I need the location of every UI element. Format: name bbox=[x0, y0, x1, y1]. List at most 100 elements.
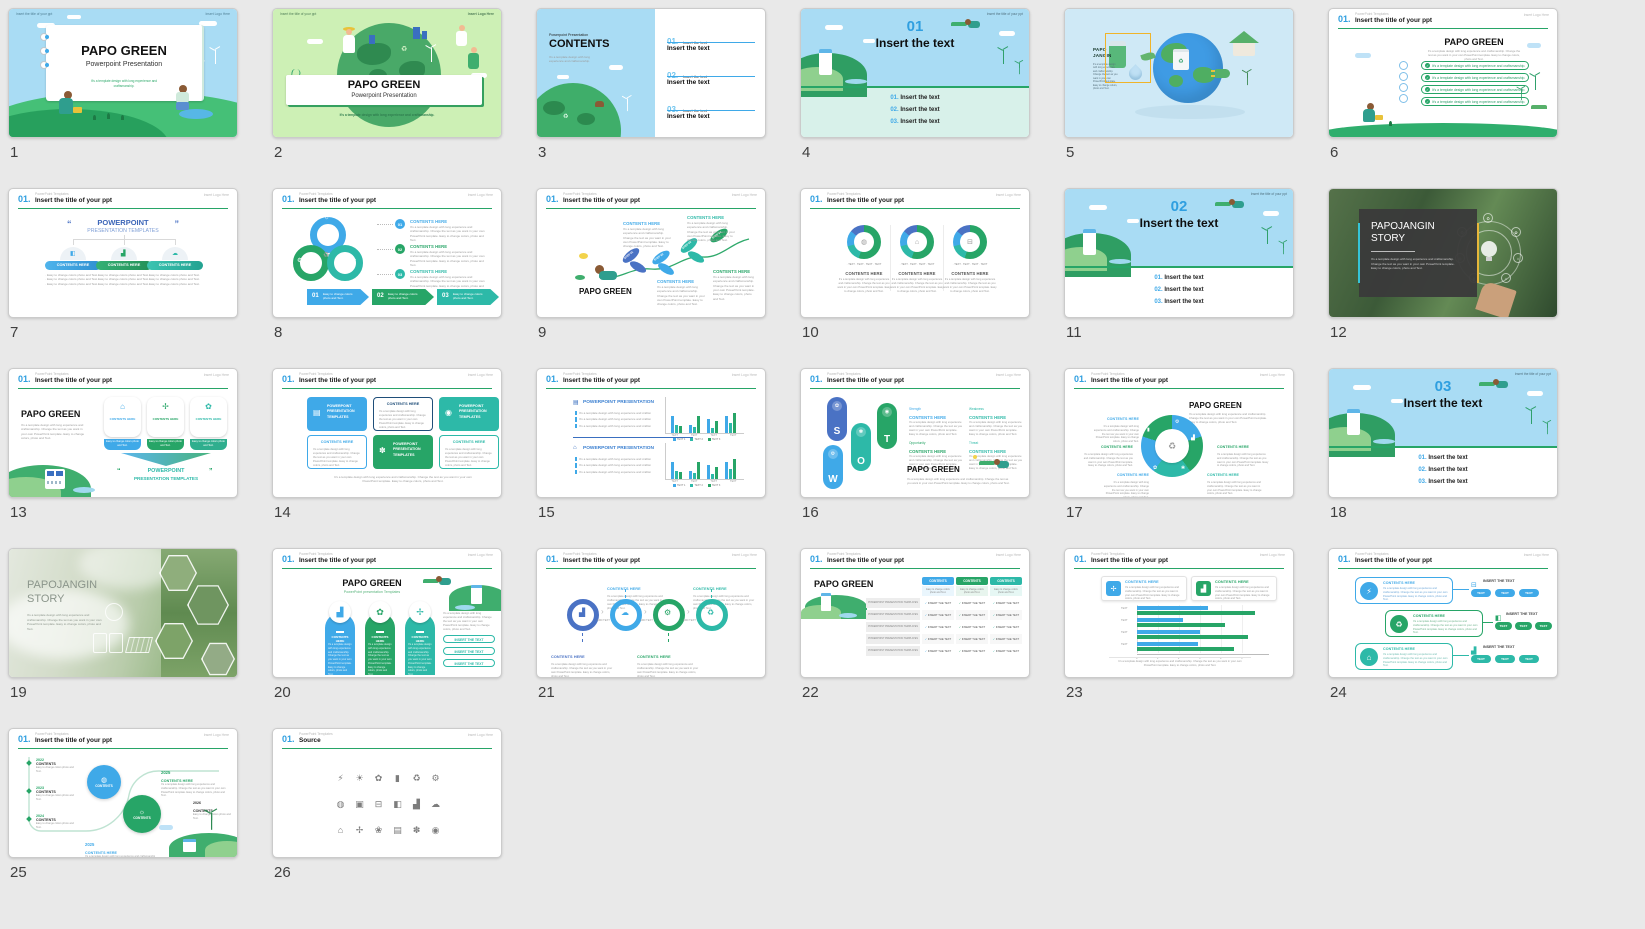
leaf-swirl bbox=[979, 461, 995, 465]
insert-pill[interactable]: INSERT THE TEXT bbox=[443, 635, 495, 643]
header-number: 01. bbox=[810, 374, 823, 384]
slide-thumbnail-17[interactable]: PAPO GREEN It's a template design with l… bbox=[1064, 368, 1294, 498]
slide-number: 22 bbox=[802, 684, 819, 701]
divider-line bbox=[1329, 446, 1557, 448]
slide-number: 26 bbox=[274, 864, 291, 881]
text-pill[interactable]: TEXT bbox=[1495, 655, 1515, 663]
house-icon: ⌂ bbox=[907, 232, 927, 252]
header-number: 01. bbox=[282, 194, 295, 204]
table-cell: ✓ INSERT THE TEXT bbox=[922, 634, 954, 644]
header-number: 01. bbox=[546, 374, 559, 384]
pond bbox=[73, 487, 95, 493]
slide-thumbnail-10[interactable]: ◍ ⌂ ⊟ · TEXT · TEXT · TEXT · TEXT · TEXT… bbox=[800, 188, 1030, 318]
swot-pill-w: ⚙ W bbox=[823, 445, 843, 489]
text-pill[interactable]: TEXT bbox=[1519, 655, 1539, 663]
text-pill[interactable]: TEXT bbox=[1515, 622, 1532, 630]
header-underline bbox=[546, 208, 756, 210]
slide-thumbnail-26[interactable]: PowerPoint Templates Insert Logo Here 01… bbox=[272, 728, 502, 858]
building bbox=[422, 31, 427, 39]
text-pill[interactable]: TEXT bbox=[1535, 622, 1552, 630]
header-title: Insert the title of your ppt bbox=[1250, 192, 1287, 196]
slide-thumbnail-24[interactable]: ⚡ CONTENTS HERE It's a template design w… bbox=[1328, 548, 1558, 678]
solar-panel-icon-white bbox=[125, 637, 153, 653]
wind-turbine-icon bbox=[1014, 59, 1024, 75]
timeline-circle-green: ☼ CONTENTS bbox=[123, 795, 161, 833]
slide-thumbnail-18[interactable]: Insert the title of your ppt 03 Insert t… bbox=[1328, 368, 1558, 498]
slide-number: 18 bbox=[1330, 504, 1347, 521]
insert-pill[interactable]: INSERT THE TEXT bbox=[443, 659, 495, 667]
logo-placeholder: Insert Logo Here bbox=[467, 193, 493, 197]
slide-thumbnail-20[interactable]: PAPO GREEN PowerPoint presentation Templ… bbox=[272, 548, 502, 678]
earth-landmass bbox=[543, 101, 565, 115]
header-small-label: PowerPoint Templates bbox=[563, 192, 597, 196]
slide-thumbnail-13[interactable]: PAPO GREEN It's a template design with l… bbox=[8, 368, 238, 498]
slide-cell: PAPO GREEN PowerPoint presentation Templ… bbox=[272, 548, 502, 728]
list-item: 01. Insert the text bbox=[1154, 275, 1204, 281]
slide-thumbnail-14[interactable]: ▤ POWERPOINT PRESENTATION TEMPLATES CONT… bbox=[272, 368, 502, 498]
header-small-label: PowerPoint Templates bbox=[299, 372, 333, 376]
slide-thumbnail-2[interactable]: Insert the title of your ppt Insert Logo… bbox=[272, 8, 502, 138]
logo-placeholder: Insert Logo Here bbox=[203, 733, 229, 737]
outlined-card: CONTENTS HERE It's a template design wit… bbox=[439, 435, 499, 469]
spiral-dot bbox=[45, 63, 49, 67]
bar bbox=[689, 424, 692, 433]
cover-tagline: It's a template design with long experie… bbox=[339, 113, 435, 117]
slide-thumbnail-23[interactable]: ✢ CONTENTS HERE It's a template design w… bbox=[1064, 548, 1294, 678]
text-pill[interactable]: TEXT bbox=[1495, 589, 1515, 597]
header-underline bbox=[1338, 568, 1548, 570]
header-number: 01. bbox=[810, 554, 823, 564]
check-icon: ✓ bbox=[1425, 87, 1430, 92]
slide-cell: ✿ S ⚙ W ✽ O ◉ T Strength CONTENTS HERE I… bbox=[800, 368, 1030, 548]
dotted-line bbox=[377, 274, 393, 275]
boy-body bbox=[59, 98, 73, 114]
wind-turbine-icon bbox=[1516, 85, 1526, 101]
header-small-label: PowerPoint Templates bbox=[827, 372, 861, 376]
header-small-label: PowerPoint Templates bbox=[35, 192, 69, 196]
list-item: 03. Insert the text bbox=[890, 119, 940, 125]
flying-girl-head bbox=[436, 576, 442, 582]
slide-thumbnail-6[interactable]: PAPO GREEN It's a template design with l… bbox=[1328, 8, 1558, 138]
header-title: Insert the title of your ppt bbox=[563, 197, 641, 204]
insert-pill[interactable]: INSERT THE TEXT bbox=[443, 647, 495, 655]
bullet-item: Easy to change colors photo and Text. bbox=[96, 282, 152, 286]
slide-thumbnail-15[interactable]: ▤ POWERPOINT PRESENTATION It's a templat… bbox=[536, 368, 766, 498]
text-pill[interactable]: TEXT bbox=[1495, 622, 1512, 630]
story-text: It's a template design with long experie… bbox=[27, 613, 102, 631]
trash-bin-icon: ▣ bbox=[355, 798, 364, 809]
text-pill[interactable]: TEXT bbox=[1519, 589, 1539, 597]
slide-thumbnail-11[interactable]: Insert the title of your ppt 02 Insert t… bbox=[1064, 188, 1294, 318]
header-title: Insert the title of your ppt bbox=[35, 377, 113, 384]
slide-thumbnail-8[interactable]: ☼ ⚙ ✿ ♻ 01 CONTENTS HERE It's a template… bbox=[272, 188, 502, 318]
card-text: It's a template design with long experie… bbox=[1383, 587, 1448, 602]
text-pill[interactable]: TEXT bbox=[1471, 589, 1491, 597]
card-text: It's a template design with long experie… bbox=[379, 410, 426, 429]
slide-thumbnail-16[interactable]: ✿ S ⚙ W ✽ O ◉ T Strength CONTENTS HERE I… bbox=[800, 368, 1030, 498]
slide-thumbnail-5[interactable]: ♻ PAPO JANGIN It's a template design wit… bbox=[1064, 8, 1294, 138]
slide-thumbnail-21[interactable]: CONTENTS HERE It's a template design wit… bbox=[536, 548, 766, 678]
plug-icon: ⚡ bbox=[1360, 582, 1378, 600]
house bbox=[1531, 105, 1547, 121]
row-label: POWERPOINT PRESENTATION TEMPLATES bbox=[866, 634, 920, 644]
bullet-item: Easy to change colors photo and Text. bbox=[147, 282, 203, 286]
connector-line bbox=[73, 239, 74, 245]
slide-thumbnail-7[interactable]: “ ” POWERPOINT PRESENTATION TEMPLATES ◧ … bbox=[8, 188, 238, 318]
outlined-card: CONTENTS HERE It's a template design wit… bbox=[307, 435, 367, 469]
spiral-ring bbox=[1399, 94, 1408, 103]
slide-thumbnail-12[interactable]: ♻ ⚙ ✿ ◍ ⌂ ▮ ☼ PAPOJANGIN STORY It's a te… bbox=[1328, 188, 1558, 318]
slide-thumbnail-9[interactable]: STEP 01 STEP 02 STEP 03 STEP 04 CONTENTS… bbox=[536, 188, 766, 318]
contents-text: It's a template design with long experie… bbox=[837, 278, 891, 293]
text-pill[interactable]: TEXT bbox=[1471, 655, 1491, 663]
logo-placeholder: Insert Logo Here bbox=[731, 193, 757, 197]
slide-thumbnail-4[interactable]: Insert the title of your ppt 01 Insert t… bbox=[800, 8, 1030, 138]
contents-title: CONTENTS bbox=[549, 38, 610, 50]
header-underline bbox=[282, 208, 492, 210]
contents-text: It's a template design with long experie… bbox=[943, 278, 997, 293]
slide-thumbnail-25[interactable]: 2022 CONTENTS Easy to change colors phot… bbox=[8, 728, 238, 858]
slide-thumbnail-19[interactable]: PAPOJANGIN STORY It's a template design … bbox=[8, 548, 238, 678]
footer-text: It's a template design with long experie… bbox=[1118, 660, 1242, 667]
slide-thumbnail-22[interactable]: PAPO GREEN CONTENTS CONTENTS CONTENTS Ea… bbox=[800, 548, 1030, 678]
slide-cell: Insert the title of your ppt 02 Insert t… bbox=[1064, 188, 1294, 368]
green-blob bbox=[575, 275, 585, 280]
slide-thumbnail-3[interactable]: Powerpoint Presentation CONTENTS It's a … bbox=[536, 8, 766, 138]
slide-thumbnail-1[interactable]: Insert the title of your ppt Insert Logo… bbox=[8, 8, 238, 138]
